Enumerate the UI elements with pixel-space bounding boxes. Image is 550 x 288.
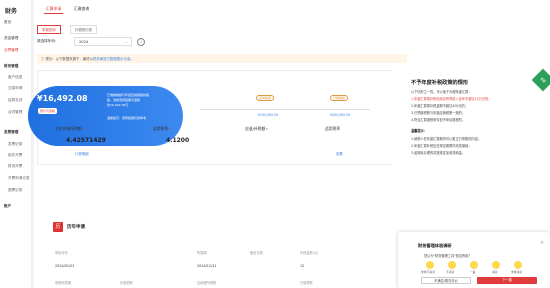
year-label: 请选择年份： [37,39,59,43]
metric-label-2: 适用税率+ [153,126,172,131]
sidebar-group-invoice[interactable]: 发票管理 [4,130,18,135]
sidebar-item-paper[interactable]: 纸件开票 [8,153,22,158]
info-icon[interactable]: i [137,38,145,46]
sidebar-item-apply-record[interactable]: 开票申请记录 [8,176,30,181]
timeline-pill-2: 已缴税额 [330,95,349,101]
tip-prefix: ⓘ 提示：以下数据来源于，最终以 [41,57,93,61]
sidebar-item-funds[interactable]: 资金管理 [4,36,18,41]
rating-label-3: 一般 [470,270,476,274]
history-icon: 历 [53,222,63,232]
refund-line2: 额，当前测算结果可退税 [107,98,141,102]
tab-apply[interactable]: 汇算申请 [44,5,64,14]
close-icon[interactable]: × [540,240,544,246]
panel-line-3: 3.已预缴税额与年度应纳税额一致的； [411,111,466,115]
metric-label-3: 应退/补税额+ [245,126,269,131]
sidebar-item-active[interactable]: 业界管理 [4,48,18,53]
refund-amount: ¥16,492.08 [37,94,88,103]
row2-col1: 申报所属期 [55,281,71,285]
subtab-declare[interactable]: 申报查询 [37,25,61,34]
th-deadline: 截至日期 [250,251,263,255]
refund-line1: 已缴纳税额与年度应纳税额的差 [107,93,150,97]
rating-label-5: 非常满意 [511,270,523,274]
panel-ribbon: 温馨 [531,68,550,92]
refund-tag: 预计可退税 [38,108,58,114]
sidebar-item-settle[interactable]: 结算支持 [8,98,22,103]
panel-line-0: 以下情形之一的，可以免于办理年度汇算： [411,90,472,94]
sidebar: 财务 首页 资金管理 业界管理 财务管理 客户信息 交易申请 结算支持 合同管理… [0,0,32,288]
tip-link[interactable]: 税务局官方数据展示为准 [93,57,130,61]
th-period: 所属期 [197,251,207,255]
metric-label-4: 适用税率 [325,126,341,131]
sidebar-item-refund[interactable]: 退票记录 [8,188,22,193]
td-value: 12 [300,264,305,268]
panel-line-6: 1.纳税人在年度汇算期内可以更正已申报的内容； [411,137,481,141]
td-end: 2024/12/31 [197,264,217,268]
rating-label-1: 非常不满意 [421,270,435,274]
survey-title: 财务管理体验调研 [418,243,452,248]
sidebar-item-issue[interactable]: 财务开票 [8,164,22,169]
sidebar-item-account[interactable]: 账户 [4,204,11,209]
timeline-line [200,109,370,110]
rating-label-2: 不满意 [446,270,455,274]
app-logo: 财务 [5,8,18,15]
refund-foot: 温馨提示：测算结果仅供参考 [107,116,147,120]
row2-col4: 已缴税额 [300,281,313,285]
metric-link-detail[interactable]: 计算明细 [75,151,89,156]
timeline-pill-1: 应纳税额 [256,95,275,101]
rating-label-4: 满意 [492,270,498,274]
row2-col2: 补缴税额 [120,281,133,285]
panel-line-1: 1.年度汇算需补税但综合所得收入全年不超过12万元的； [411,97,492,101]
year-value: 2024 [79,40,89,44]
th-amount: 补税金额(元) [300,251,319,255]
tab-query[interactable]: 汇缴查询 [72,5,91,13]
sidebar-item-contract[interactable]: 合同管理 [8,110,22,115]
metric-link-view[interactable]: 查看 [336,151,343,156]
sidebar-item-home[interactable]: 首页 [4,20,11,25]
th-year: 申报年份 [55,251,68,255]
history-title: 历年申请 [67,225,85,230]
rating-face-5-icon[interactable] [514,261,522,269]
sidebar-group-finance[interactable]: 财务管理 [4,64,18,69]
refund-line3: 约16,492.08元 [107,103,129,107]
metric-label-1: 全年应纳所得额+ [55,126,85,131]
panel-line-5: 温馨提示： [411,129,427,133]
td-start: 2024/01/01 [55,264,75,268]
panel-line-4: 4.符合汇算退税条件但不申请退税的。 [411,118,466,122]
survey-next-button[interactable]: 下一题 [477,277,537,284]
panel-line-8: 3.逾期未办理的将按规定加收滞纳金。 [411,151,466,155]
timeline-amount-2: ¥400,000.00 [330,113,351,117]
panel-line-7: 2.年度汇算补税应在规定期限内完成缴纳； [411,144,472,148]
rating-face-3-icon[interactable] [470,261,478,269]
survey-question: 您认为"财务管理工具"是否有用？ [424,254,472,258]
rating-face-4-icon[interactable] [492,261,500,269]
metric-value-2: 4.1200 [166,137,190,144]
year-select[interactable]: 2024 ⌄ [74,37,132,46]
metric-value-1: 4.42571429 [66,137,106,144]
row2-col3: 应纳税所得额 [197,281,217,285]
chevron-down-icon: ⌄ [124,39,128,44]
survey-skip-button[interactable]: 不满意/再次评价 [421,277,471,284]
sidebar-item-invoice-record[interactable]: 发票记录 [8,142,22,147]
panel-title: 不予年度补税政策的情形 [411,80,469,86]
sidebar-item-customer[interactable]: 客户信息 [8,75,22,80]
timeline-amount-1: ¥100,000.00 [258,113,279,117]
tip-banner: ⓘ 提示：以下数据来源于，最终以税务局官方数据展示为准。 [37,54,407,63]
subtab-refund[interactable]: 补退税记录 [70,25,97,34]
rating-face-1-icon[interactable] [426,261,434,269]
rating-face-2-icon[interactable] [448,261,456,269]
tip-suffix: 。 [130,57,134,61]
panel-line-2: 2.年度汇算需补税金额不超过400元的； [411,104,468,108]
sidebar-item-trade[interactable]: 交易申请 [8,86,22,91]
